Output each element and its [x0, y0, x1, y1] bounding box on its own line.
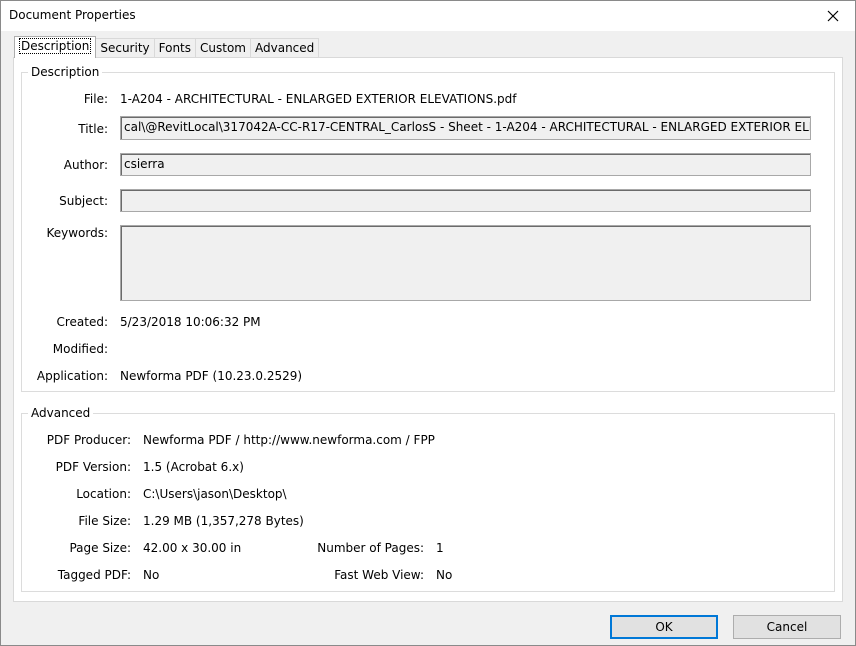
author-label: Author:: [63, 158, 108, 172]
location-label: Location:: [76, 487, 131, 501]
fast-web-view-value: No: [436, 568, 453, 582]
tab-strip: Description Security Fonts Custom Advanc…: [14, 36, 320, 58]
subject-field[interactable]: [120, 189, 811, 212]
page-size-label: Page Size:: [69, 541, 131, 555]
cancel-button[interactable]: Cancel: [733, 615, 841, 639]
modified-label: Modified:: [52, 342, 108, 356]
tab-advanced[interactable]: Advanced: [250, 38, 320, 58]
tab-fonts[interactable]: Fonts: [153, 38, 197, 58]
application-value: Newforma PDF (10.23.0.2529): [120, 369, 303, 383]
subject-label: Subject:: [59, 194, 108, 208]
number-of-pages-label: Number of Pages:: [317, 541, 424, 555]
file-size-value: 1.29 MB (1,357,278 Bytes): [143, 514, 304, 528]
created-label: Created:: [56, 315, 108, 329]
author-field[interactable]: csierra: [120, 153, 811, 176]
tab-custom[interactable]: Custom: [195, 38, 251, 58]
advanced-group-label: Advanced: [28, 406, 94, 420]
file-size-label: File Size:: [78, 514, 131, 528]
tab-description[interactable]: Description: [14, 36, 97, 58]
pdf-version-value: 1.5 (Acrobat 6.x): [143, 460, 244, 474]
pdf-producer-value: Newforma PDF / http://www.newforma.com /…: [143, 433, 435, 447]
tab-panel: Description File: 1-A204 - ARCHITECTURAL…: [13, 57, 843, 602]
number-of-pages-value: 1: [436, 541, 444, 555]
file-label: File:: [83, 92, 108, 106]
pdf-version-label: PDF Version:: [55, 460, 131, 474]
title-bar: Document Properties: [0, 0, 856, 31]
keywords-label: Keywords:: [46, 226, 108, 240]
fast-web-view-label: Fast Web View:: [334, 568, 424, 582]
application-label: Application:: [36, 369, 108, 383]
page-size-value: 42.00 x 30.00 in: [143, 541, 242, 555]
tab-security[interactable]: Security: [95, 38, 155, 58]
title-field[interactable]: cal\@RevitLocal\317042A-CC-R17-CENTRAL_C…: [120, 116, 811, 140]
description-group-label: Description: [28, 65, 103, 79]
tagged-pdf-value: No: [143, 568, 160, 582]
title-label: Title:: [78, 122, 108, 136]
close-icon: [827, 10, 839, 21]
tagged-pdf-label: Tagged PDF:: [57, 568, 131, 582]
pdf-producer-label: PDF Producer:: [46, 433, 131, 447]
location-value: C:\Users\jason\Desktop\: [143, 487, 287, 501]
ok-button[interactable]: OK: [610, 615, 718, 639]
created-value: 5/23/2018 10:06:32 PM: [120, 315, 261, 329]
keywords-field[interactable]: [120, 225, 811, 301]
window-title: Document Properties: [9, 8, 136, 22]
file-value: 1-A204 - ARCHITECTURAL - ENLARGED EXTERI…: [120, 92, 517, 106]
close-button[interactable]: [810, 0, 856, 31]
